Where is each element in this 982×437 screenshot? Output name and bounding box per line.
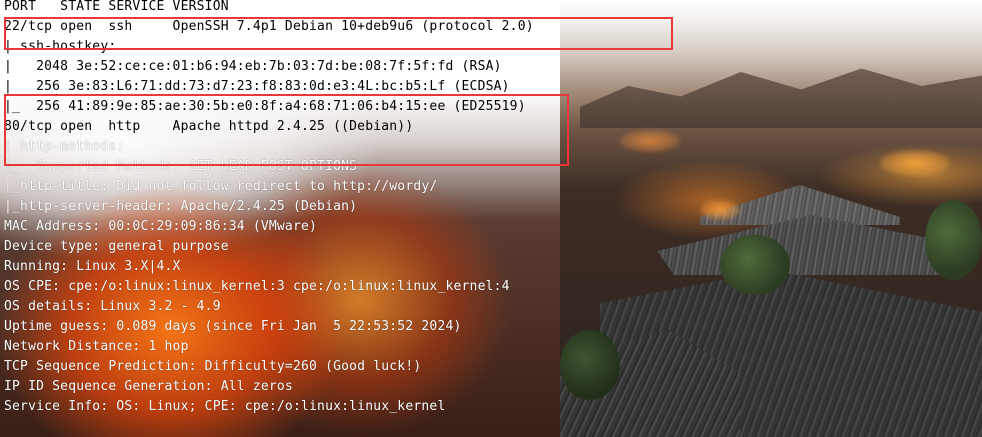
terminal-line: Running: Linux 3.X|4.X (4, 259, 181, 274)
terminal-line: Service Info: OS: Linux; CPE: cpe:/o:lin… (4, 399, 446, 414)
terminal-line: OS details: Linux 3.2 - 4.9 (4, 299, 221, 314)
terminal-output: PORT STATE SERVICE VERSION 22/tcp open s… (4, 0, 979, 420)
highlight-box-http (4, 94, 569, 166)
terminal-line: Device type: general purpose (4, 239, 229, 254)
terminal-line: IP ID Sequence Generation: All zeros (4, 379, 293, 394)
terminal-line: | 2048 3e:52:ce:ce:01:b6:94:eb:7b:03:7d:… (4, 59, 502, 74)
terminal-line: |_http-server-header: Apache/2.4.25 (Deb… (4, 199, 358, 214)
terminal-line: OS CPE: cpe:/o:linux:linux_kernel:3 cpe:… (4, 279, 510, 294)
terminal-line: Network Distance: 1 hop (4, 339, 189, 354)
terminal-line: Uptime guess: 0.089 days (since Fri Jan … (4, 319, 462, 334)
terminal-line: MAC Address: 00:0C:29:09:86:34 (VMware) (4, 219, 318, 234)
highlight-box-ssh (4, 17, 673, 50)
terminal-line: TCP Sequence Prediction: Difficulty=260 … (4, 359, 422, 374)
terminal-line: |_http-title: Did not follow redirect to… (4, 179, 438, 194)
